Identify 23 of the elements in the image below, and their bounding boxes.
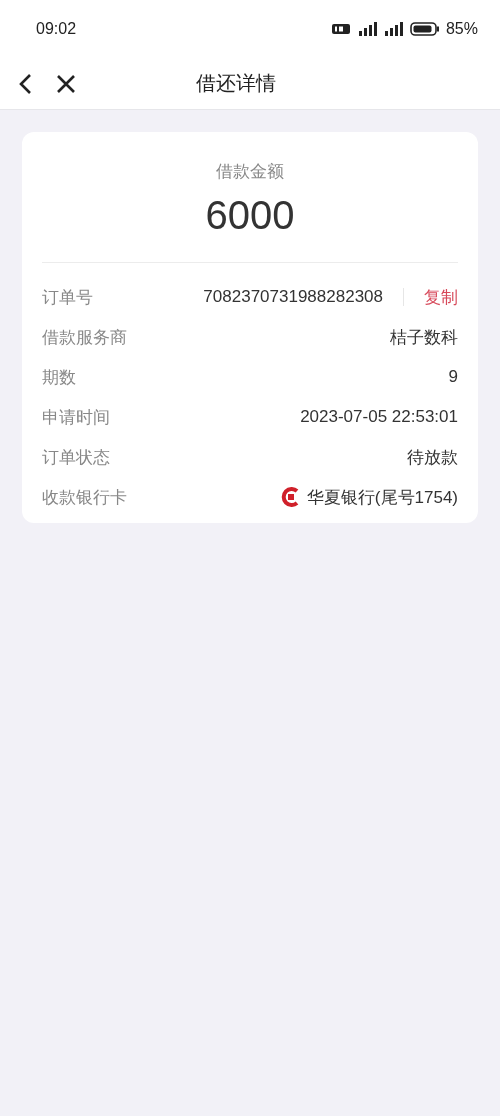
row-value: 2023-07-05 22:53:01 <box>300 407 458 427</box>
row-value: 7082370731988282308 <box>203 287 383 307</box>
row-label: 订单号 <box>42 285 93 309</box>
row-value: 华夏银行(尾号1754) <box>306 486 458 509</box>
back-icon[interactable] <box>18 72 32 95</box>
row-label: 期数 <box>42 365 76 389</box>
row-label: 借款服务商 <box>42 325 127 349</box>
close-icon[interactable] <box>56 73 76 94</box>
hd-icon <box>331 23 350 35</box>
signal-icon <box>383 22 404 36</box>
row-value: 桔子数科 <box>390 326 458 349</box>
status-time: 09:02 <box>36 20 77 38</box>
amount-label: 借款金额 <box>215 160 285 183</box>
row-label: 申请时间 <box>42 405 110 429</box>
row-label: 订单状态 <box>42 445 110 469</box>
copy-link[interactable]: 复制 <box>424 285 458 309</box>
page-title: 借还详情 <box>196 70 276 97</box>
row-value: 9 <box>448 367 458 387</box>
row-label: 收款银行卡 <box>42 485 127 509</box>
row-value: 待放款 <box>407 446 458 469</box>
battery-icon <box>409 22 440 36</box>
loan-amount: 6000 <box>204 193 296 238</box>
battery-percent: 85% <box>445 20 478 38</box>
